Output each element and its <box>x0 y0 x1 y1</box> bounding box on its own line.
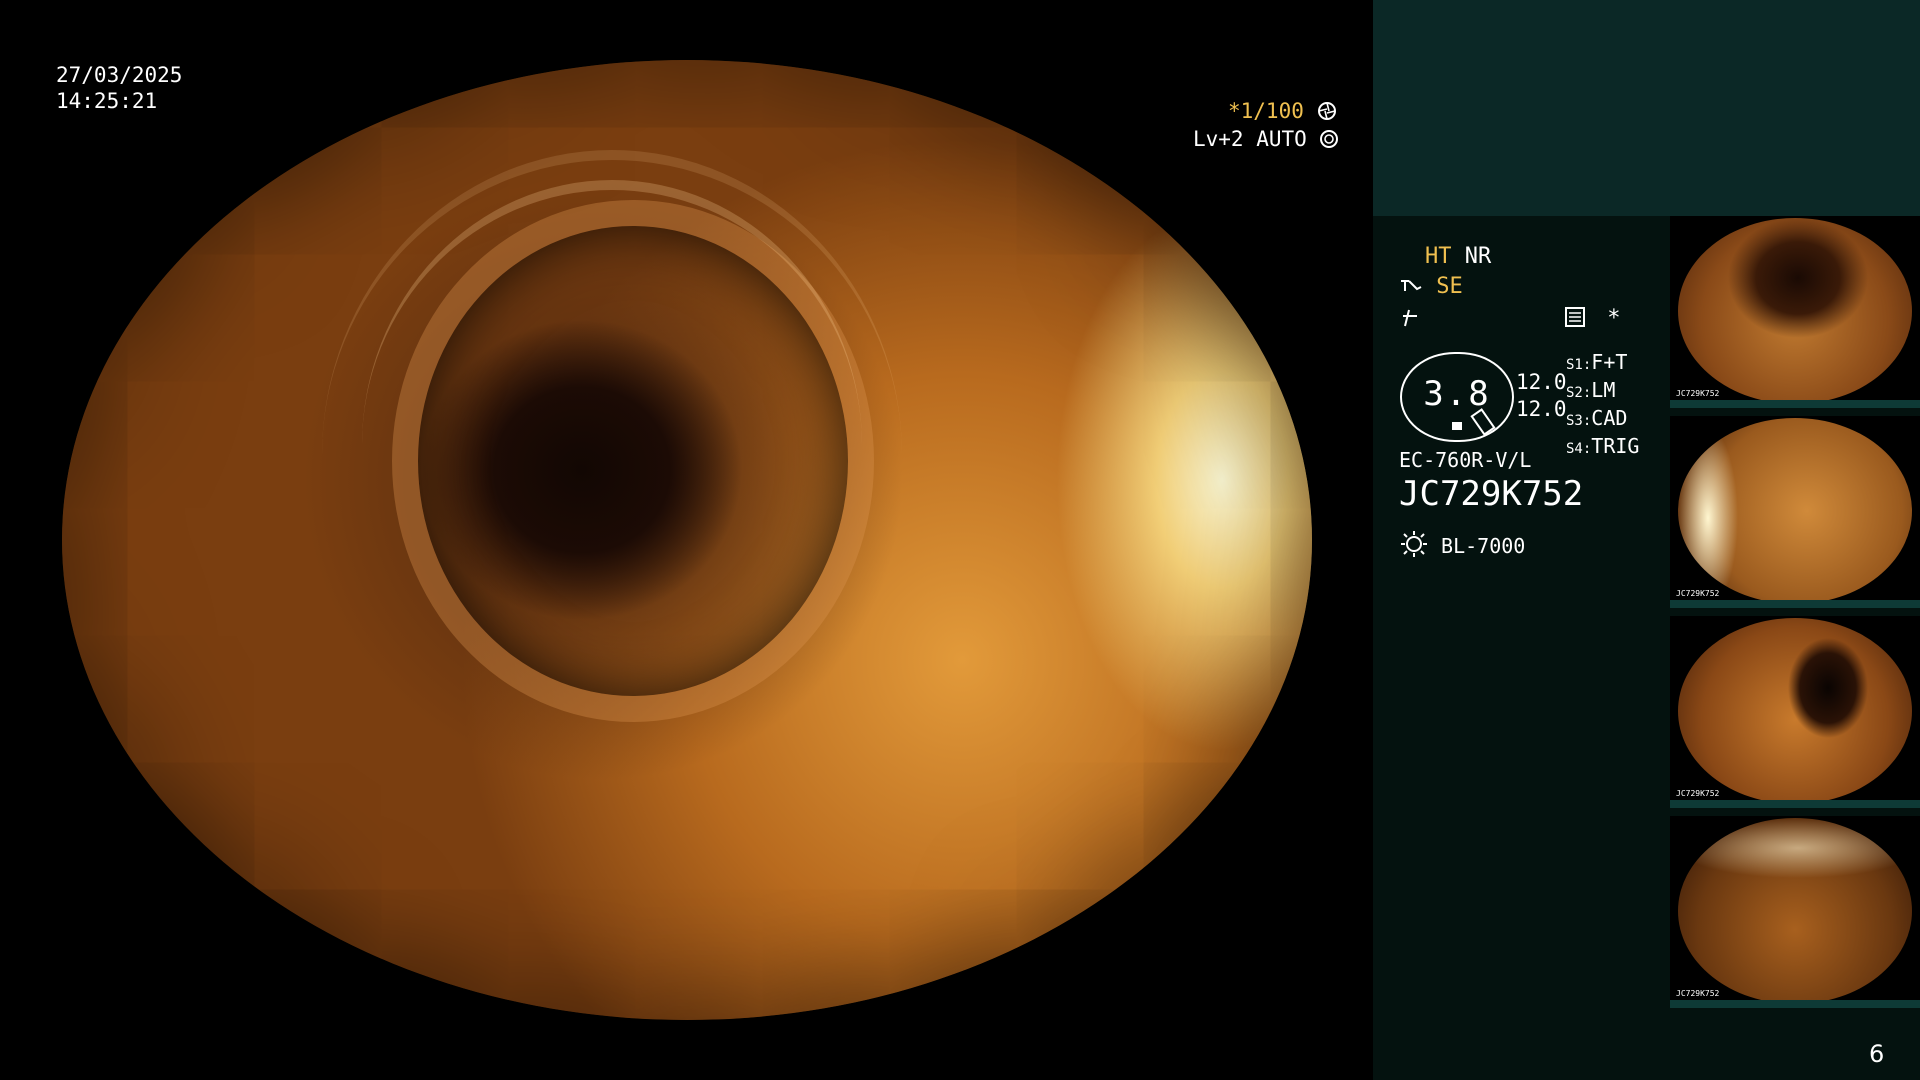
thumbnail-bar <box>1670 600 1920 608</box>
light-source-icon <box>1399 530 1429 558</box>
switch-key: S1 <box>1566 357 1583 373</box>
gauge-setting-bottom: 12.0 <box>1516 397 1567 421</box>
switch-key: S2 <box>1566 385 1583 401</box>
thumbnail-image <box>1678 218 1912 404</box>
thumbnail-4[interactable]: JC729K752 <box>1670 816 1920 1008</box>
contrast-icon <box>1399 306 1423 328</box>
switch-list: S1:F+T S2:LM S3:CAD S4:TRIG <box>1566 350 1639 462</box>
image-settings-row: HT NR <box>1425 244 1491 269</box>
exam-date: 27/03/2025 <box>56 63 183 87</box>
shutter-speed-label: *1/100 <box>1228 99 1304 123</box>
light-source-row: BL-7000 <box>1399 530 1525 558</box>
iris-icon <box>1319 129 1339 149</box>
switch-key: S4 <box>1566 441 1583 457</box>
endoscopic-image <box>62 60 1312 1020</box>
gauge-value: 3.8 <box>1423 374 1491 414</box>
thumbnail-2[interactable]: JC729K752 <box>1670 416 1920 608</box>
thumbnail-caption: JC729K752 <box>1676 989 1720 998</box>
switch-value: F+T <box>1591 350 1628 374</box>
switch-value: LM <box>1591 378 1616 402</box>
thumbnail-caption: JC729K752 <box>1676 789 1720 798</box>
gauge-marker-icon <box>1452 422 1462 430</box>
thumbnail-caption: JC729K752 <box>1676 589 1720 598</box>
thumbnail-3[interactable]: JC729K752 <box>1670 616 1920 808</box>
mucosal-fold <box>322 150 902 760</box>
asterisk-mark: * <box>1607 306 1621 331</box>
switch-s3: S3:CAD <box>1566 406 1628 430</box>
switch-value: TRIG <box>1591 434 1640 458</box>
insertion-gauge: 3.8 <box>1400 352 1514 442</box>
nr-label: NR <box>1464 244 1492 269</box>
scope-serial: JC729K752 <box>1399 474 1584 514</box>
contrast-icon-row <box>1399 306 1423 328</box>
memory-indicator: * <box>1564 306 1621 331</box>
exam-time: 14:25:21 <box>56 89 158 113</box>
gauge-setting-top: 12.0 <box>1516 370 1567 394</box>
switch-s2: S2:LM <box>1566 378 1616 402</box>
thumbnail-bar <box>1670 400 1920 408</box>
info-panel: HT NR SE * 3.8 12.0 12.0 S1:F+T S2:LM S3 <box>1373 0 1920 1080</box>
structure-enhancement-row: SE <box>1399 274 1463 299</box>
switch-value: CAD <box>1591 406 1628 430</box>
thumbnail-1[interactable]: JC729K752 <box>1670 216 1920 408</box>
memory-icon <box>1564 306 1586 328</box>
switch-s1: S1:F+T <box>1566 350 1628 374</box>
light-source-label: BL-7000 <box>1441 534 1526 558</box>
thumbnail-image <box>1678 818 1912 1004</box>
ht-label: HT <box>1425 244 1452 269</box>
thumbnail-caption: JC729K752 <box>1676 389 1720 398</box>
iris-level: Lv+2 AUTO <box>1193 126 1339 152</box>
panel-header-area <box>1373 0 1920 216</box>
thumbnail-bar <box>1670 1000 1920 1008</box>
thumbnail-image <box>1678 618 1912 804</box>
iris-level-label: Lv+2 AUTO <box>1193 127 1307 151</box>
endoscope-main-view: 27/03/2025 14:25:21 *1/100 Lv+2 AUTO <box>0 0 1373 1080</box>
structure-icon <box>1399 275 1423 295</box>
scope-model: EC-760R-V/L <box>1399 448 1532 472</box>
page-number: 6 <box>1869 1040 1885 1068</box>
thumbnail-image <box>1678 418 1912 604</box>
shutter-speed: *1/100 <box>1228 98 1337 124</box>
shutter-icon <box>1317 101 1337 121</box>
mucosal-fold <box>362 180 862 710</box>
thumbnail-bar <box>1670 800 1920 808</box>
switch-key: S3 <box>1566 413 1583 429</box>
se-label: SE <box>1436 274 1463 299</box>
switch-s4: S4:TRIG <box>1566 434 1640 458</box>
